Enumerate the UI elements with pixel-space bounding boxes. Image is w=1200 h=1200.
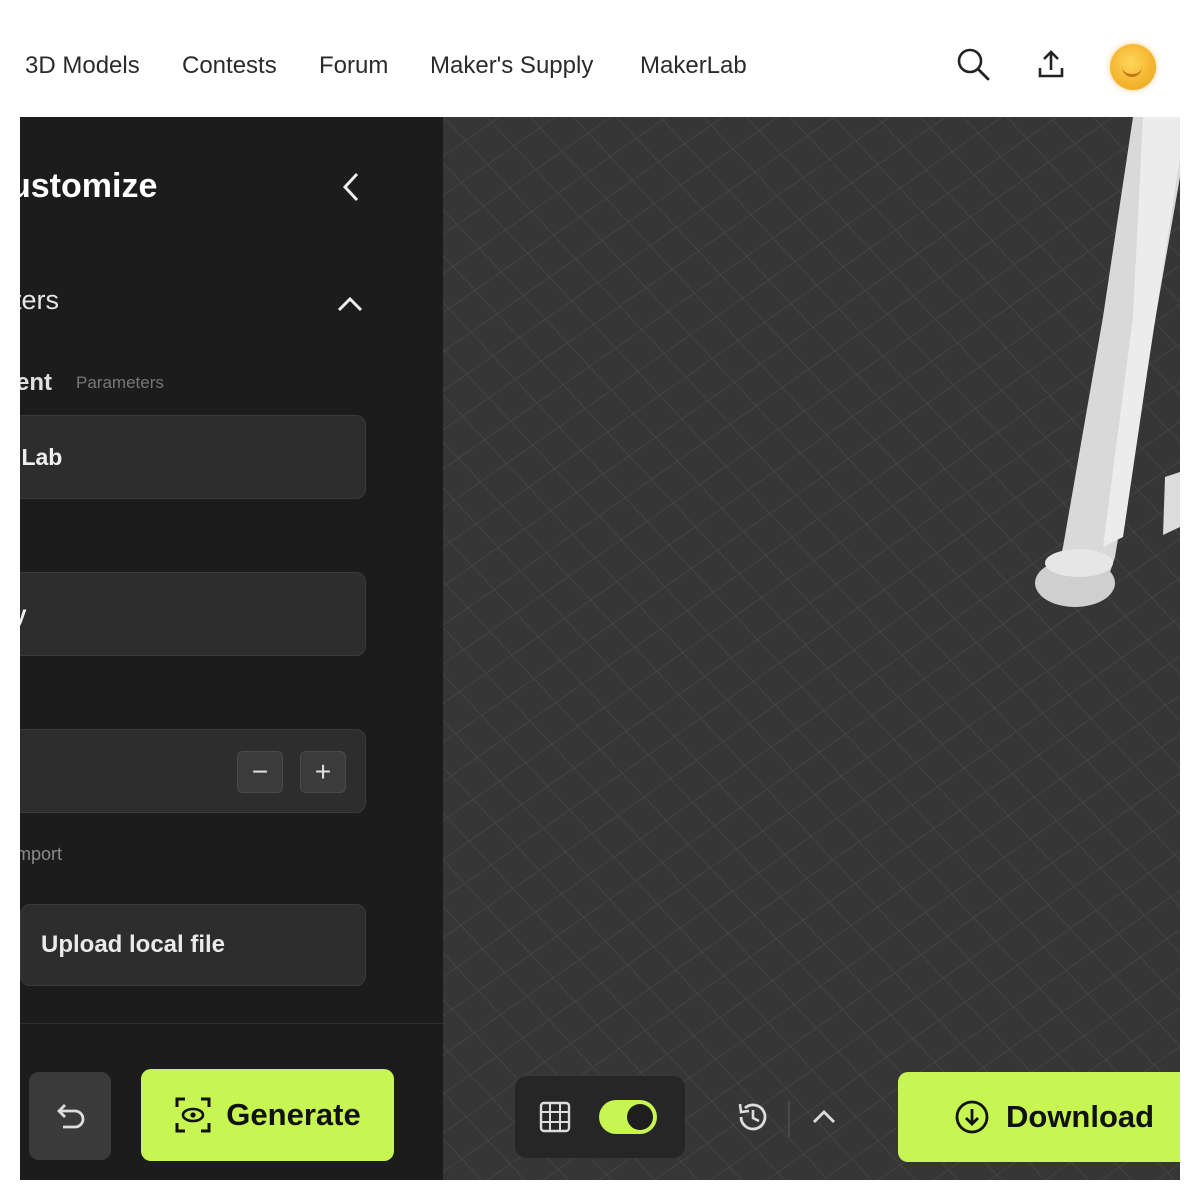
nav-makerlab[interactable]: MakerLab [640,52,747,80]
avatar[interactable] [1110,44,1156,90]
3d-viewport[interactable] [443,117,1180,1180]
number-stepper: − + [20,729,366,813]
nav-contests[interactable]: Contests [182,52,277,80]
expand-toolbar-button[interactable] [806,1099,842,1135]
download-button[interactable]: Download [898,1072,1180,1162]
parameter-group-sub: Parameters [76,373,164,392]
undo-button[interactable] [29,1072,111,1160]
parameters-section-title: ters [20,285,60,315]
history-button[interactable] [733,1097,773,1137]
decrement-button[interactable]: − [237,751,283,793]
chevron-up-icon [813,1110,835,1123]
undo-icon [57,1104,85,1129]
chevron-up-icon [337,296,363,312]
view-toolbar [515,1076,685,1158]
customize-panel: ustomize ters ent Parameters u Lab ay − … [20,117,443,1180]
grid-view-button[interactable] [537,1099,573,1135]
grid-icon [539,1101,571,1133]
upload-local-file-label: Upload local file [41,931,226,958]
download-icon [955,1100,989,1134]
history-icon [738,1103,767,1131]
toggle-knob [627,1104,653,1130]
nav-forum[interactable]: Forum [319,52,388,80]
nav-makers-supply[interactable]: Maker's Supply [430,52,593,80]
toolbar-separator [788,1101,790,1137]
nav-3d-models[interactable]: 3D Models [25,52,140,80]
text-field-2[interactable]: ay [20,572,366,656]
customizer-app: ustomize ters ent Parameters u Lab ay − … [20,117,1180,1180]
panel-title: ustomize [20,167,158,205]
grid-visibility-toggle[interactable] [599,1100,657,1134]
import-label: mport [20,844,63,864]
parameters-section-toggle[interactable] [334,289,366,319]
build-plate-grid [443,117,1180,1180]
top-navigation: 3D Models Contests Forum Maker's Supply … [0,0,1200,117]
scan-view-icon [175,1097,211,1133]
download-label: Download [1006,1099,1155,1134]
upload-local-file-button[interactable]: Upload local file [20,904,366,986]
increment-button[interactable]: + [300,751,346,793]
collapse-panel-button[interactable] [335,167,367,207]
generate-button[interactable]: Generate [141,1069,394,1161]
search-icon[interactable] [953,44,993,84]
generate-label: Generate [226,1097,361,1132]
text-field-2-value: ay [20,601,27,627]
chevron-left-icon [342,172,359,202]
text-field-1[interactable]: u Lab [20,415,366,499]
upload-icon[interactable] [1031,44,1071,84]
text-field-1-value: u Lab [20,444,63,470]
parameter-group-label: ent [20,369,52,396]
